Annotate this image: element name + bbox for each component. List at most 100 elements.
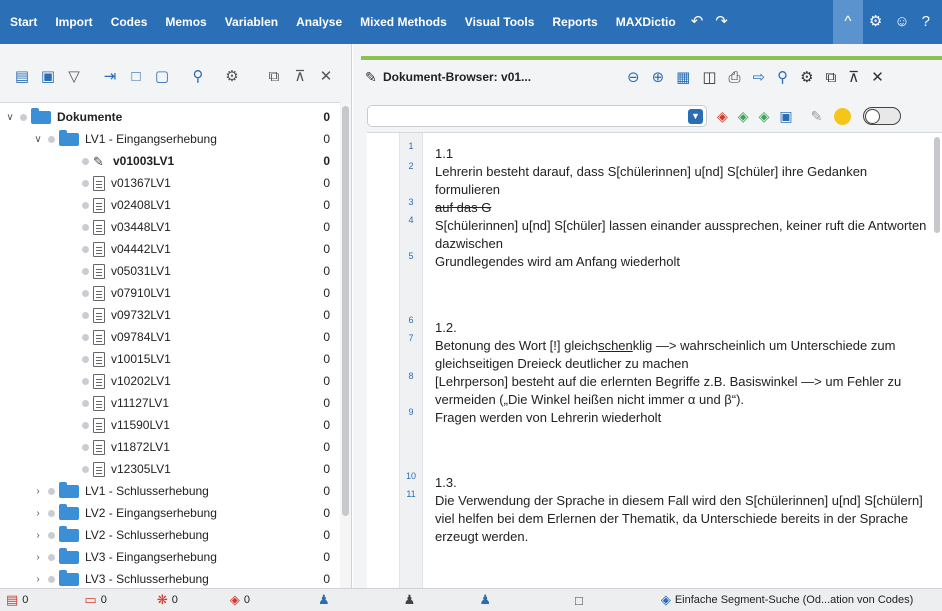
code-selector-dropdown[interactable]: ▼	[367, 105, 707, 127]
redo-icon[interactable]: ↷	[709, 0, 734, 44]
settings-icon[interactable]: ⚙	[222, 66, 242, 86]
minimize-icon[interactable]: ⊼	[848, 68, 859, 86]
paragraph-text[interactable]: Fragen werden von Lehrerin wiederholt	[435, 409, 929, 427]
new-group-icon[interactable]: ▢	[152, 66, 172, 86]
tree-document[interactable]: v11590LV1 0	[0, 414, 340, 436]
paragraph-text[interactable]: Betonung des Wort [!] gleichschenklig —>…	[435, 337, 929, 373]
document-outline-icon[interactable]: □	[575, 593, 583, 608]
tree-group[interactable]: › LV1 - Schlusserhebung 0	[0, 480, 340, 502]
undock-icon[interactable]: ⧉	[264, 66, 284, 86]
menu-reports[interactable]: Reports	[543, 0, 606, 44]
tree-group[interactable]: › LV2 - Schlusserhebung 0	[0, 524, 340, 546]
users-icon[interactable]: ♟	[318, 592, 330, 608]
chevron-right-icon[interactable]: ›	[32, 574, 44, 585]
tree-group[interactable]: ∨ LV1 - Eingangserhebung 0	[0, 128, 340, 150]
menu-import[interactable]: Import	[46, 0, 101, 44]
chevron-down-icon[interactable]: ∨	[4, 112, 16, 123]
close-icon[interactable]: ✕	[316, 66, 336, 86]
status-segments[interactable]: ◈ 0	[230, 592, 250, 608]
document-scrollbar[interactable]	[932, 133, 942, 589]
undo-icon[interactable]: ↶	[685, 0, 710, 44]
help-icon[interactable]: ?	[916, 0, 936, 44]
tree-document[interactable]: v09784LV1 0	[0, 326, 340, 348]
zoom-in-icon[interactable]: ⊕	[652, 68, 665, 86]
import-icon[interactable]: ⇥	[100, 66, 120, 86]
tree-document[interactable]: v05031LV1 0	[0, 260, 340, 282]
emoticode-icon[interactable]	[834, 107, 852, 125]
paragraph-text[interactable]: Grundlegendes wird am Anfang wiederholt	[435, 253, 929, 271]
tree-document[interactable]: v12305LV1 0	[0, 458, 340, 480]
tree-document[interactable]: v10202LV1 0	[0, 370, 340, 392]
group-icon[interactable]: ▣	[38, 66, 58, 86]
collapse-ribbon-icon[interactable]: ^	[832, 0, 863, 44]
menu-codes[interactable]: Codes	[102, 0, 157, 44]
tree-root[interactable]: ∨ Dokumente 0	[0, 106, 340, 128]
menu-memos[interactable]: Memos	[156, 0, 215, 44]
tree-group[interactable]: › LV3 - Schlusserhebung 0	[0, 568, 340, 588]
code-new-icon[interactable]: ◈	[738, 108, 749, 125]
paragraph-text[interactable]: 1.3.	[435, 474, 929, 492]
smiley-icon[interactable]: ☺	[888, 0, 915, 44]
tree-document[interactable]: v01367LV1 0	[0, 172, 340, 194]
chevron-right-icon[interactable]: ›	[32, 486, 44, 497]
code-multi-icon[interactable]: ◈	[759, 108, 770, 125]
document-text-area[interactable]: 1 1.1 2 Lehrerin besteht darauf, dass S[…	[367, 132, 942, 589]
chevron-down-icon[interactable]: ∨	[32, 134, 44, 145]
chevron-down-icon[interactable]: ▼	[688, 109, 703, 124]
undock-icon[interactable]: ⧉	[826, 69, 837, 86]
tree-document[interactable]: v11872LV1 0	[0, 436, 340, 458]
user-icon[interactable]: ♟	[479, 592, 491, 608]
search-icon[interactable]: ⚲	[777, 68, 788, 86]
tree-document[interactable]: v04442LV1 0	[0, 238, 340, 260]
panel-icon[interactable]: ◫	[702, 68, 716, 86]
edit-mode-toggle[interactable]	[863, 107, 902, 125]
tree-group[interactable]: › LV3 - Eingangserhebung 0	[0, 546, 340, 568]
weight-icon[interactable]: ♟	[404, 592, 416, 608]
export-icon[interactable]: ⇨	[753, 68, 766, 86]
minimize-icon[interactable]: ⊼	[290, 66, 310, 86]
chevron-right-icon[interactable]: ›	[32, 530, 44, 541]
paragraph-text[interactable]: Lehrerin besteht darauf, dass S[chülerin…	[435, 163, 929, 199]
tree-document[interactable]: v11127LV1 0	[0, 392, 340, 414]
menu-analyse[interactable]: Analyse	[287, 0, 351, 44]
status-memos[interactable]: ▭ 0	[84, 592, 106, 608]
scrollbar-thumb[interactable]	[342, 106, 349, 516]
activate-docs-icon[interactable]: ▤	[12, 66, 32, 86]
paragraph-text[interactable]: [Lehrperson] besteht auf die erlernten B…	[435, 373, 929, 409]
close-icon[interactable]: ✕	[871, 68, 884, 86]
menu-variablen[interactable]: Variablen	[216, 0, 287, 44]
gear-icon[interactable]: ⚙	[863, 0, 888, 44]
code-icon[interactable]: ◈	[717, 108, 728, 125]
paragraph-text[interactable]: 1.2.	[435, 319, 929, 337]
paragraph-text[interactable]: auf das G	[435, 199, 929, 217]
menu-maxdictio[interactable]: MAXDictio	[607, 0, 685, 44]
scrollbar-thumb[interactable]	[934, 137, 940, 233]
print-icon[interactable]: ⎙	[729, 69, 741, 86]
new-doc-icon[interactable]: □	[126, 66, 146, 86]
tree-group[interactable]: › LV2 - Eingangserhebung 0	[0, 502, 340, 524]
menu-visual-tools[interactable]: Visual Tools	[456, 0, 544, 44]
code-selection-icon[interactable]: ▣	[779, 108, 792, 125]
tree-document[interactable]: ✎ v01003LV1 0	[0, 150, 340, 172]
menu-start[interactable]: Start	[0, 0, 46, 44]
status-search-mode[interactable]: ◈ Einfache Segment-Suche (Od...ation von…	[661, 592, 913, 608]
tree-document[interactable]: v03448LV1 0	[0, 216, 340, 238]
tree-document[interactable]: v09732LV1 0	[0, 304, 340, 326]
status-documents[interactable]: ▤ 0	[6, 592, 28, 608]
search-icon[interactable]: ⚲	[188, 66, 208, 86]
settings-icon[interactable]: ⚙	[800, 68, 813, 86]
zoom-100-icon[interactable]: ▦	[676, 68, 690, 86]
tree-document[interactable]: v10015LV1 0	[0, 348, 340, 370]
menu-mixed-methods[interactable]: Mixed Methods	[351, 0, 456, 44]
chevron-right-icon[interactable]: ›	[32, 508, 44, 519]
tree-document[interactable]: v07910LV1 0	[0, 282, 340, 304]
status-codes[interactable]: ❋ 0	[157, 592, 178, 608]
paragraph-text[interactable]: Die Verwendung der Sprache in diesem Fal…	[435, 492, 929, 546]
zoom-out-icon[interactable]: ⊖	[627, 68, 640, 86]
chevron-right-icon[interactable]: ›	[32, 552, 44, 563]
highlight-pen-icon[interactable]: ✎	[811, 108, 823, 125]
tree-scrollbar[interactable]	[340, 102, 351, 588]
filter-icon[interactable]: ▽	[64, 66, 84, 86]
paragraph-text[interactable]: S[chülerinnen] u[nd] S[chüler] lassen ei…	[435, 217, 929, 253]
paragraph-text[interactable]: 1.1	[435, 145, 929, 163]
